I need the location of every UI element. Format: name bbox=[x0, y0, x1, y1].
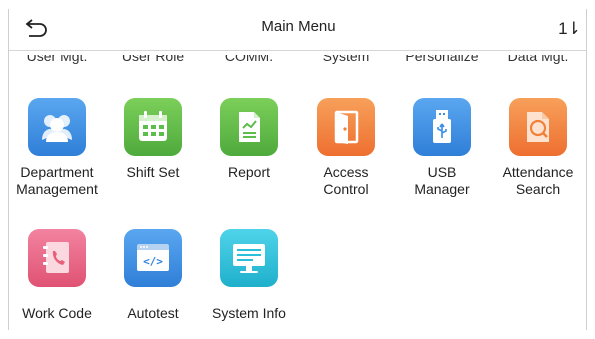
menu-item-label: Access bbox=[323, 164, 369, 180]
menu-item-label: Control bbox=[323, 181, 369, 197]
menu-item-label-partial[interactable]: User Role bbox=[105, 55, 201, 64]
usb-icon bbox=[433, 110, 451, 143]
svg-text:</>: </> bbox=[143, 255, 163, 268]
search-doc-icon bbox=[527, 112, 549, 142]
menu-item-label: Autotest bbox=[127, 305, 179, 321]
menu-item-label: System Info bbox=[212, 305, 286, 321]
sort-button[interactable]: 1⇂ bbox=[558, 19, 581, 43]
menu-item-label: Management bbox=[16, 181, 98, 197]
menu-item-label: Search bbox=[515, 181, 561, 197]
shift-calendar-icon bbox=[139, 111, 167, 141]
page-title: Main Menu bbox=[261, 18, 336, 35]
department-icon bbox=[42, 115, 72, 142]
partial-scrolled-row: User Mgt. User Role COMM. System Persona… bbox=[9, 55, 586, 73]
menu-item-label: Shift Set bbox=[126, 164, 180, 180]
main-menu-screen: Main Menu 1⇂ User Mgt. User Role COMM. S… bbox=[8, 9, 587, 330]
menu-item-label-partial[interactable]: COMM. bbox=[201, 55, 297, 64]
menu-item-label-partial[interactable]: System bbox=[298, 55, 394, 64]
menu-item-label: Attendance bbox=[502, 164, 574, 180]
header-bar: Main Menu 1⇂ bbox=[9, 9, 586, 51]
menu-item-label: USB bbox=[427, 164, 457, 180]
menu-item-label-partial[interactable]: Data Mgt. bbox=[490, 55, 586, 64]
menu-item-label: Work Code bbox=[22, 305, 92, 321]
phone-book-icon bbox=[43, 242, 69, 273]
menu-item-label: Manager bbox=[414, 181, 470, 197]
menu-item-label: Department bbox=[20, 164, 94, 180]
door-icon bbox=[334, 110, 359, 144]
monitor-icon bbox=[233, 244, 265, 273]
menu-item-label-partial[interactable]: User Mgt. bbox=[9, 55, 105, 64]
menu-item-label: Report bbox=[227, 164, 271, 180]
report-icon bbox=[239, 112, 260, 142]
menu-item-label-partial[interactable]: Personalize bbox=[394, 55, 490, 64]
code-window-icon: </> bbox=[137, 244, 169, 271]
